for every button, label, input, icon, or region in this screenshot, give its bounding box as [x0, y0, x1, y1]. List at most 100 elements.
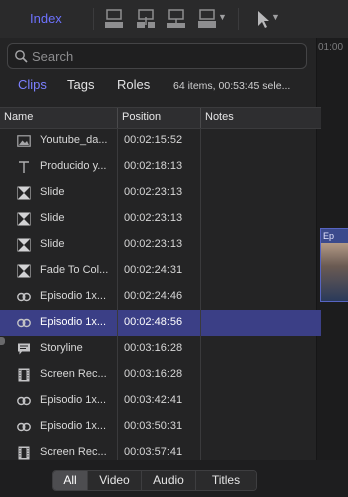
clip-name: Episodio 1x... [40, 316, 107, 328]
table-row[interactable]: Episodio 1x... 00:02:48:56 [0, 310, 321, 336]
column-divider [200, 154, 201, 180]
table-row[interactable]: Episodio 1x... 00:02:24:46 [0, 284, 321, 310]
compound-clip-icon [17, 422, 31, 432]
title-text-icon [19, 161, 29, 173]
search-input[interactable] [32, 47, 297, 65]
column-divider [117, 388, 118, 414]
storyline-icon [18, 343, 30, 355]
column-name-header[interactable]: Name [4, 111, 33, 123]
column-divider [200, 414, 201, 440]
column-divider [117, 232, 118, 258]
column-notes-header[interactable]: Notes [205, 111, 234, 123]
search-icon [15, 50, 28, 63]
column-divider [200, 206, 201, 232]
tab-roles[interactable]: Roles [117, 77, 150, 92]
column-divider[interactable] [200, 108, 201, 128]
film-icon [18, 368, 30, 382]
search-field[interactable] [7, 43, 307, 69]
transition-icon [17, 212, 31, 226]
column-divider [117, 154, 118, 180]
tool-menu-chevron-icon[interactable]: ▼ [271, 12, 280, 22]
table-row[interactable]: Screen Rec... 00:03:16:28 [0, 362, 321, 388]
clip-position: 00:02:23:13 [124, 238, 183, 250]
clip-position: 00:02:24:46 [124, 290, 183, 302]
clip-name: Episodio 1x... [40, 394, 107, 406]
table-row[interactable]: Slide 00:02:23:13 [0, 180, 321, 206]
compound-clip-icon [17, 318, 31, 328]
column-divider [200, 310, 201, 336]
clip-name: Screen Rec... [40, 368, 107, 380]
clip-position: 00:03:50:31 [124, 420, 183, 432]
scroll-indicator[interactable] [0, 337, 5, 345]
clip-name: Episodio 1x... [40, 420, 107, 432]
filter-tabs: Clips Tags Roles 64 items, 00:53:45 sele… [0, 77, 316, 97]
clip-name: Episodio 1x... [40, 290, 107, 302]
column-header: Name Position Notes [0, 107, 321, 129]
table-row[interactable]: Episodio 1x... 00:03:42:41 [0, 388, 321, 414]
tab-tags[interactable]: Tags [67, 77, 94, 92]
timeline-clip-label: Ep [323, 231, 335, 241]
index-button[interactable]: Index [30, 11, 62, 26]
column-divider [117, 362, 118, 388]
table-row[interactable]: Fade To Col... 00:02:24:31 [0, 258, 321, 284]
clip-insert-icon[interactable] [135, 8, 157, 30]
table-row[interactable]: Producido y... 00:02:18:13 [0, 154, 321, 180]
type-filter-segmented-control: All Video Audio Titles [52, 470, 257, 491]
clip-name: Slide [40, 212, 65, 224]
image-icon [17, 135, 31, 147]
clip-position: 00:02:15:52 [124, 134, 183, 146]
table-row[interactable]: Slide 00:02:23:13 [0, 232, 321, 258]
column-position-header[interactable]: Position [122, 111, 161, 123]
column-divider [117, 284, 118, 310]
column-divider [200, 232, 201, 258]
clip-position: 00:03:16:28 [124, 342, 183, 354]
table-row[interactable]: Storyline 00:03:16:28 [0, 336, 321, 362]
column-divider [200, 388, 201, 414]
column-divider [200, 284, 201, 310]
column-divider [200, 362, 201, 388]
clip-append-icon[interactable] [103, 8, 125, 30]
toolbar-divider [238, 8, 239, 30]
toolbar-divider [93, 8, 94, 30]
filter-video-button[interactable]: Video [88, 471, 142, 490]
item-count-summary: 64 items, 00:53:45 sele... [173, 80, 291, 92]
filter-titles-button[interactable]: Titles [196, 471, 256, 490]
filter-audio-button[interactable]: Audio [142, 471, 196, 490]
column-divider [117, 414, 118, 440]
clip-position: 00:02:23:13 [124, 212, 183, 224]
clip-position: 00:03:16:28 [124, 368, 183, 380]
tab-clips[interactable]: Clips [18, 77, 47, 92]
compound-clip-icon [17, 396, 31, 406]
column-divider[interactable] [117, 108, 118, 128]
clip-position: 00:03:57:41 [124, 446, 183, 458]
clip-position: 00:02:18:13 [124, 160, 183, 172]
column-divider [200, 180, 201, 206]
clip-name: Storyline [40, 342, 83, 354]
column-divider [117, 128, 118, 154]
clip-list: Youtube_da... 00:02:15:52 Producido y... 00… [0, 128, 321, 466]
clip-connect-icon[interactable] [165, 8, 187, 30]
column-divider [117, 180, 118, 206]
filter-all-button[interactable]: All [53, 471, 88, 490]
clip-position: 00:02:48:56 [124, 316, 183, 328]
film-icon [18, 446, 30, 460]
timeline-clip[interactable]: Ep [320, 228, 348, 302]
clip-name: Slide [40, 186, 65, 198]
toolbar: Index ▼ ▼ [0, 0, 348, 39]
clip-name: Fade To Col... [40, 264, 109, 276]
table-row[interactable]: Slide 00:02:23:13 [0, 206, 321, 232]
type-filter-bar: All Video Audio Titles [0, 460, 348, 497]
column-divider [117, 206, 118, 232]
table-row[interactable]: Episodio 1x... 00:03:50:31 [0, 414, 321, 440]
timeline-clip-thumbnail [321, 243, 348, 301]
clip-overwrite-icon[interactable] [196, 8, 218, 30]
table-row[interactable]: Youtube_da... 00:02:15:52 [0, 128, 321, 154]
column-divider [117, 336, 118, 362]
timeline-index-panel: Clips Tags Roles 64 items, 00:53:45 sele… [0, 38, 321, 497]
column-divider [200, 336, 201, 362]
overwrite-menu-chevron-icon[interactable]: ▼ [218, 12, 227, 22]
column-divider [117, 310, 118, 336]
clip-position: 00:03:42:41 [124, 394, 183, 406]
transition-icon [17, 186, 31, 200]
clip-position: 00:02:23:13 [124, 186, 183, 198]
